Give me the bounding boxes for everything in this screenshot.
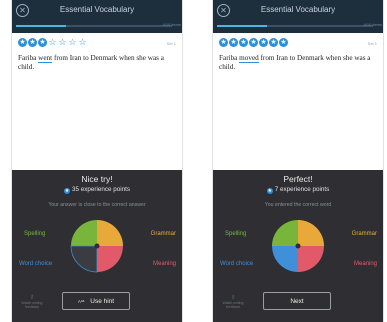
points-text: 35 experience points [71,186,131,193]
feedback-subtitle: You entered the correct word [264,202,332,208]
petal-grammar [97,220,123,246]
xp-icon: ★ [63,188,70,194]
skill-meaning: Meaning [353,261,377,267]
mystery-icon: ♁ [230,292,236,301]
mystery-label: Watch writing feedback [222,301,244,309]
skill-spelling: Spelling [225,231,247,237]
star-filled-icon: ★ [18,38,27,47]
star-filled-icon: ★ [239,38,248,47]
petal-meaning [298,246,324,272]
points-text: 7 experience points [274,186,330,193]
skill-grammar: Grammar [150,231,176,237]
top-bar: ✕ Essential Vocabulary 4/10 items [213,0,383,33]
question-card: ★ ★ ★ ☆ ☆ ☆ ☆ Set 1 Fariba went from Iran to D… [12,33,182,170]
answer-word[interactable]: went [38,54,53,63]
star-empty-icon: ☆ [48,37,57,47]
next-button[interactable]: Next [263,292,331,310]
progress-fill [16,25,66,27]
star-filled-icon: ★ [279,38,288,47]
skills-flower [272,220,324,272]
progress-count: 4/10 items [363,22,382,27]
mystery-label: Watch writing feedback [21,301,43,309]
petal-spelling [71,220,97,246]
skill-grammar: Grammar [351,231,377,237]
screen-nice-try: ✕ Essential Vocabulary 4/10 items ★ ★ ★ ☆ ☆ ☆… [12,0,182,322]
mystery-button[interactable]: ♁ Watch writing feedback [18,292,46,309]
feedback-panel: Nice try! ★ 35 experience points Your ans… [12,170,182,322]
star-filled-icon: ★ [219,38,228,47]
feedback-title: Perfect! [283,174,313,184]
use-hint-label: Use hint [90,298,115,305]
skill-meaning: Meaning [152,261,176,267]
petal-spelling [272,220,298,246]
progress-fill [217,25,267,27]
answer-word[interactable]: moved [239,54,259,63]
sentence-before: Fariba [219,54,240,62]
page-title: Essential Vocabulary [260,5,336,14]
star-empty-icon: ☆ [58,37,67,47]
experience-points: ★ 35 experience points [12,186,182,194]
sentence: Fariba went from Iran to Denmark when sh… [18,54,174,72]
petal-word-choice [70,245,98,273]
progress-bar [217,25,373,27]
experience-points: ★ 7 experience points [213,186,383,194]
star-filled-icon: ★ [249,38,258,47]
skills-flower [70,220,123,273]
progress-count: 4/10 items [162,22,181,27]
progress-bar [16,25,172,27]
petal-meaning [97,246,123,272]
star-empty-icon: ☆ [68,37,77,47]
mystery-icon: ♁ [29,292,35,301]
feedback-title: Nice try! [81,174,113,184]
flower-center [94,243,100,249]
next-label: Next [290,298,304,305]
set-label: Set 1 [367,41,377,46]
top-bar: ✕ Essential Vocabulary 4/10 items [12,0,182,33]
use-hint-button[interactable]: Aᵃᵃ Use hint [62,292,130,310]
star-filled-icon: ★ [229,38,238,47]
set-label: Set 1 [166,41,176,46]
skill-word-choice: Word choice [220,261,254,267]
mystery-button[interactable]: ♁ Watch writing feedback [219,292,247,309]
star-filled-icon: ★ [259,38,268,47]
xp-icon: ★ [266,188,273,194]
star-rating: ★ ★ ★ ☆ ☆ ☆ ☆ [18,38,87,47]
skill-spelling: Spelling [24,231,46,237]
question-card: ★ ★ ★ ★ ★ ★ ★ Set 1 Fariba moved from Iran to … [213,33,383,170]
star-filled-icon: ★ [28,38,37,47]
sentence-before: Fariba [18,54,39,62]
skill-word-choice: Word choice [19,261,53,267]
star-empty-icon: ☆ [78,37,87,47]
petal-grammar [298,220,324,246]
sentence: Fariba moved from Iran to Denmark when s… [219,54,375,72]
flower-center [295,243,301,249]
star-filled-icon: ★ [38,38,47,47]
page-title: Essential Vocabulary [59,5,135,14]
feedback-panel: Perfect! ★ 7 experience points You entere… [213,170,383,322]
star-filled-icon: ★ [269,38,278,47]
screen-perfect: ✕ Essential Vocabulary 4/10 items ★ ★ ★ ★ ★ ★… [213,0,383,322]
petal-word-choice [272,246,298,272]
hint-icon: Aᵃᵃ [77,299,85,304]
feedback-subtitle: Your answer is close to the correct answ… [48,202,146,208]
star-rating: ★ ★ ★ ★ ★ ★ ★ [219,38,288,47]
